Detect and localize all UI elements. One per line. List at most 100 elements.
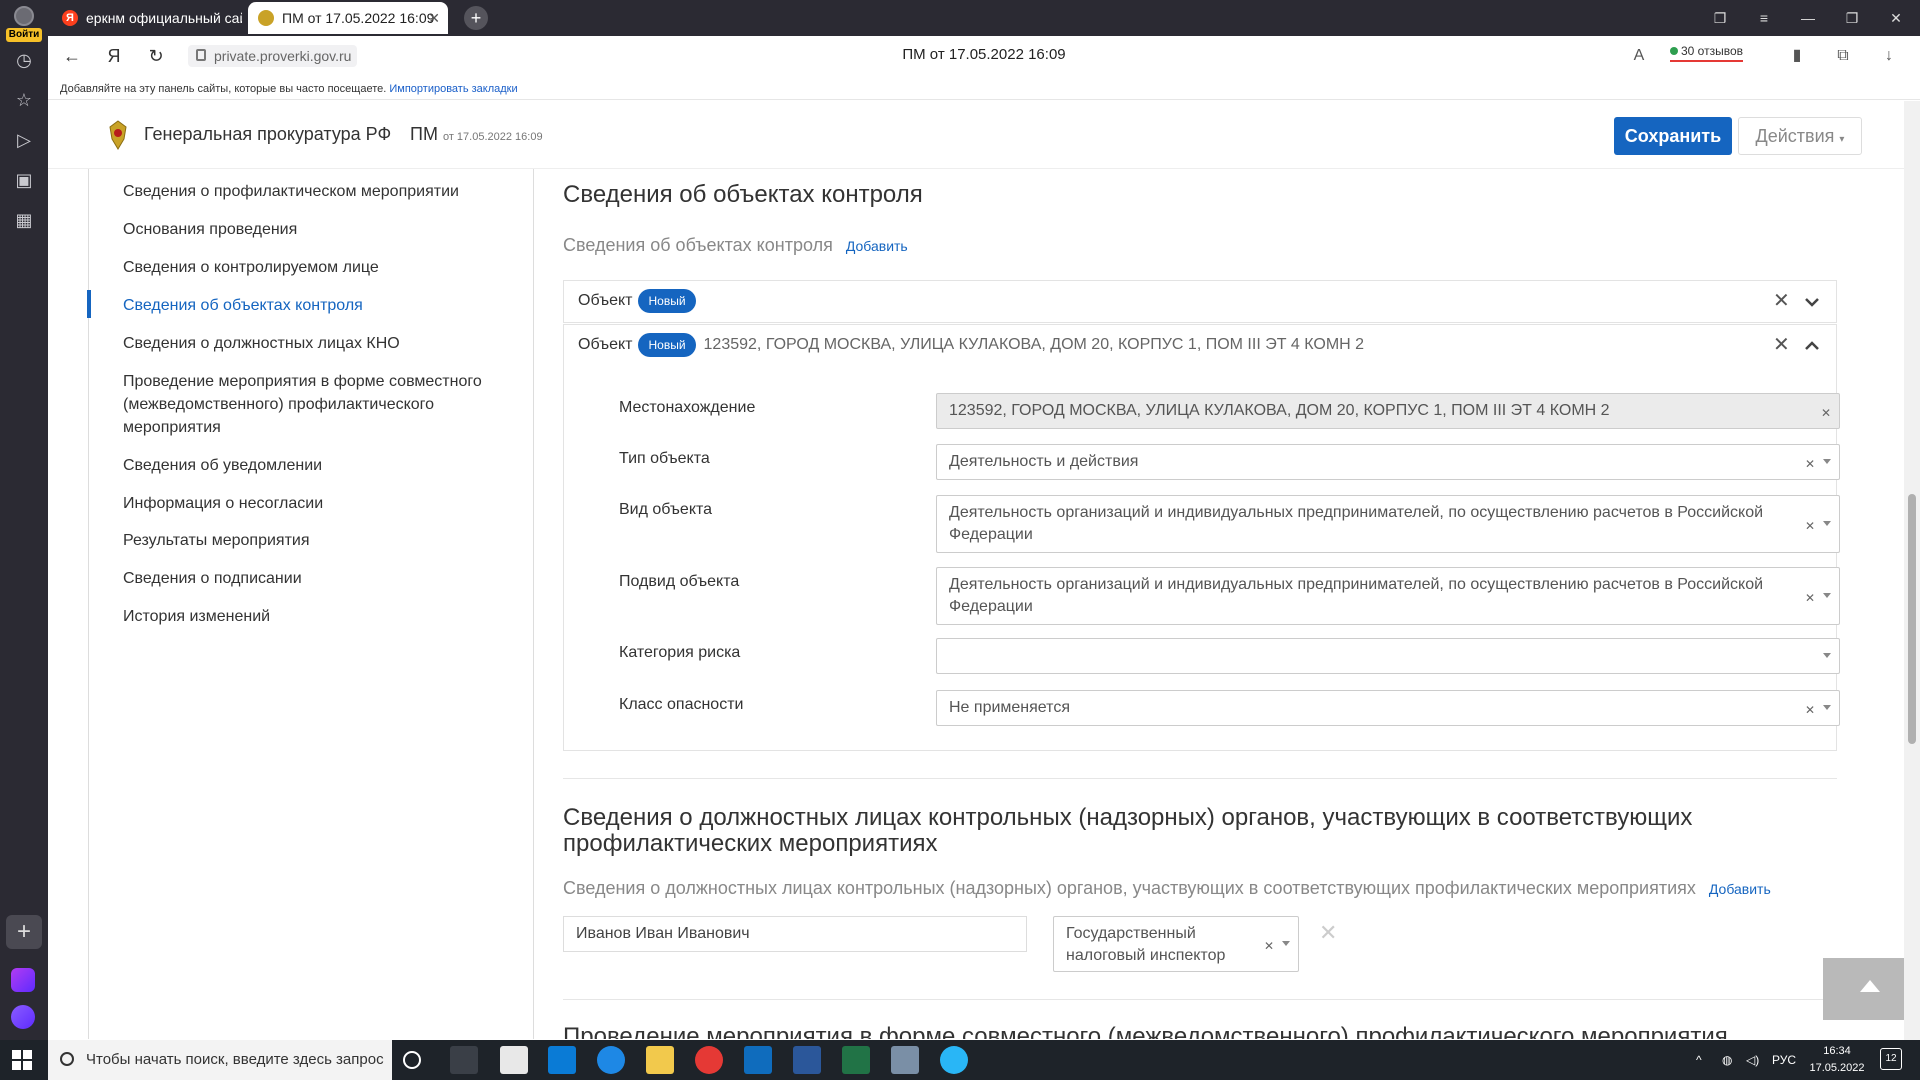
official-position-select[interactable]: Государственный налоговый инспектор ✕ bbox=[1053, 916, 1299, 972]
hazard-class-select[interactable]: Не применяется ✕ bbox=[936, 690, 1840, 726]
profile-button[interactable]: Войти bbox=[6, 4, 42, 42]
star-icon[interactable]: ☆ bbox=[12, 88, 36, 112]
section-nav: Сведения о профилактическом мероприятии … bbox=[87, 169, 534, 1039]
clear-icon[interactable]: ✕ bbox=[1805, 515, 1815, 537]
cortana-icon[interactable] bbox=[403, 1051, 421, 1069]
save-button[interactable]: Сохранить bbox=[1614, 117, 1732, 155]
close-tab-icon[interactable]: ✕ bbox=[428, 2, 440, 34]
clear-icon: ✕ bbox=[1820, 406, 1831, 420]
scroll-to-top-button[interactable] bbox=[1823, 958, 1917, 1020]
file-explorer-icon[interactable] bbox=[646, 1046, 674, 1074]
scrollbar-thumb[interactable] bbox=[1908, 494, 1916, 744]
mail-icon[interactable] bbox=[500, 1046, 528, 1074]
network-icon[interactable]: ◍ bbox=[1722, 1040, 1732, 1080]
bookmark-icon[interactable]: ▮ bbox=[1786, 45, 1808, 67]
nav-item-results[interactable]: Результаты мероприятия bbox=[123, 529, 523, 552]
collections-icon[interactable]: ❐ bbox=[1698, 0, 1742, 36]
object-subkind-select[interactable]: Деятельность организаций и индивидуальны… bbox=[936, 567, 1840, 625]
dropdown-arrow-icon[interactable] bbox=[1823, 521, 1831, 526]
play-icon[interactable]: ▷ bbox=[12, 128, 36, 152]
store-icon[interactable] bbox=[548, 1046, 576, 1074]
taskbar-search-input[interactable]: Чтобы начать поиск, введите здесь запрос bbox=[48, 1040, 392, 1080]
dropdown-arrow-icon[interactable] bbox=[1823, 593, 1831, 598]
remove-object-icon[interactable]: ✕ bbox=[1773, 288, 1790, 313]
windows-start-icon[interactable] bbox=[12, 1050, 32, 1070]
add-official-link[interactable]: Добавить bbox=[1709, 881, 1771, 897]
import-bookmarks-link[interactable]: Импортировать закладки bbox=[389, 83, 517, 95]
chevron-down-icon[interactable] bbox=[1804, 294, 1820, 310]
downloads-icon[interactable]: ↓ bbox=[1878, 45, 1900, 67]
objects-subtitle-text: Сведения об объектах контроля bbox=[563, 235, 833, 255]
menu-icon[interactable]: ≡ bbox=[1742, 0, 1786, 36]
new-tab-button[interactable]: + bbox=[464, 6, 488, 30]
edge-icon[interactable] bbox=[597, 1046, 625, 1074]
hazard-class-label: Класс опасности bbox=[619, 696, 744, 713]
tab-yandex[interactable]: Я еркнм официальный сайт bbox=[52, 2, 242, 34]
tray-chevron-icon[interactable]: ^ bbox=[1696, 1040, 1702, 1080]
nav-item-officials[interactable]: Сведения о должностных лицах КНО bbox=[123, 332, 523, 355]
remove-object-icon[interactable]: ✕ bbox=[1773, 332, 1790, 357]
object-card-collapsed[interactable]: Объект Новый ✕ bbox=[563, 280, 1837, 323]
clear-icon[interactable]: ✕ bbox=[1805, 587, 1815, 609]
translate-icon[interactable]: A bbox=[1628, 45, 1650, 67]
official-name-input[interactable]: Иванов Иван Иванович bbox=[563, 916, 1027, 952]
yandex-browser-icon[interactable] bbox=[695, 1046, 723, 1074]
clear-icon[interactable]: ✕ bbox=[1805, 453, 1815, 475]
volume-icon[interactable]: ◁) bbox=[1746, 1040, 1759, 1080]
network-app-icon[interactable] bbox=[940, 1046, 968, 1074]
emblem-icon bbox=[109, 120, 127, 150]
word-icon[interactable] bbox=[793, 1046, 821, 1074]
page-scrollbar[interactable] bbox=[1904, 101, 1920, 1040]
taskbar: Чтобы начать поиск, введите здесь запрос… bbox=[0, 1040, 1920, 1080]
restore-icon[interactable]: ❐ bbox=[1830, 0, 1874, 36]
main-content: Сведения об объектах контроля Сведения о… bbox=[534, 169, 1904, 1039]
section-divider bbox=[563, 999, 1837, 1000]
nav-item-event-info[interactable]: Сведения о профилактическом мероприятии bbox=[123, 180, 523, 203]
dropdown-arrow-icon[interactable] bbox=[1823, 459, 1831, 464]
close-window-icon[interactable]: ✕ bbox=[1874, 0, 1918, 36]
task-view-icon[interactable] bbox=[450, 1046, 478, 1074]
screenshot-icon[interactable]: ▣ bbox=[12, 168, 36, 192]
nav-item-control-objects[interactable]: Сведения об объектах контроля bbox=[123, 294, 523, 317]
remove-official-icon[interactable]: ✕ bbox=[1319, 920, 1337, 946]
nav-item-notification[interactable]: Сведения об уведомлении bbox=[123, 454, 523, 477]
brand-title[interactable]: Генеральная прокуратура РФ bbox=[144, 124, 391, 145]
clear-icon[interactable]: ✕ bbox=[1264, 935, 1274, 957]
apps-grid-icon[interactable]: ▦ bbox=[12, 208, 36, 232]
outlook-icon[interactable] bbox=[744, 1046, 772, 1074]
dropdown-arrow-icon[interactable] bbox=[1823, 705, 1831, 710]
dropdown-arrow-icon[interactable] bbox=[1823, 653, 1831, 658]
chevron-up-icon[interactable] bbox=[1804, 338, 1820, 354]
object-type-select[interactable]: Деятельность и действия ✕ bbox=[936, 444, 1840, 480]
excel-icon[interactable] bbox=[842, 1046, 870, 1074]
add-object-link[interactable]: Добавить bbox=[846, 238, 908, 254]
reviews-badge[interactable]: 30 отзывов bbox=[1670, 44, 1744, 62]
add-panel-button[interactable]: + bbox=[6, 915, 42, 949]
nav-item-controlled-person[interactable]: Сведения о контролируемом лице bbox=[123, 256, 523, 279]
browser-sidebar: Войти ◷ ☆ ▷ ▣ ▦ + bbox=[0, 0, 48, 1040]
alice-assistant-icon[interactable] bbox=[11, 1005, 35, 1029]
minimize-icon[interactable]: — bbox=[1786, 0, 1830, 36]
app-launcher-icon[interactable] bbox=[11, 968, 35, 992]
clock[interactable]: 16:34 17.05.2022 bbox=[1800, 1043, 1874, 1077]
actions-dropdown[interactable]: Действия ▾ bbox=[1738, 117, 1862, 155]
nav-item-signing[interactable]: Сведения о подписании bbox=[123, 567, 523, 590]
object-header: Объект Новый bbox=[578, 288, 696, 314]
nav-item-history[interactable]: История изменений bbox=[123, 605, 523, 628]
status-badge: Новый bbox=[638, 332, 696, 357]
risk-category-select[interactable] bbox=[936, 638, 1840, 674]
nav-item-disagreement[interactable]: Информация о несогласии bbox=[123, 492, 523, 515]
dropdown-arrow-icon[interactable] bbox=[1282, 941, 1290, 946]
object-header[interactable]: Объект Новый 123592, ГОРОД МОСКВА, УЛИЦА К… bbox=[578, 332, 1364, 358]
clear-icon[interactable]: ✕ bbox=[1805, 699, 1815, 721]
collections-panel-icon[interactable]: ⧉ bbox=[1832, 45, 1854, 67]
notifications-icon[interactable]: 12 bbox=[1880, 1048, 1902, 1070]
nav-item-grounds[interactable]: Основания проведения bbox=[123, 218, 523, 241]
object-kind-select[interactable]: Деятельность организаций и индивидуальны… bbox=[936, 495, 1840, 553]
nav-item-joint-event[interactable]: Проведение мероприятия в форме совместно… bbox=[123, 370, 523, 439]
tab-pm[interactable]: ПМ от 17.05.2022 16:09 ✕ bbox=[248, 2, 448, 34]
language-indicator[interactable]: РУС bbox=[1772, 1040, 1796, 1080]
history-icon[interactable]: ◷ bbox=[12, 48, 36, 72]
app-window-icon[interactable] bbox=[891, 1046, 919, 1074]
object-kind-value: Деятельность организаций и индивидуальны… bbox=[949, 504, 1764, 543]
